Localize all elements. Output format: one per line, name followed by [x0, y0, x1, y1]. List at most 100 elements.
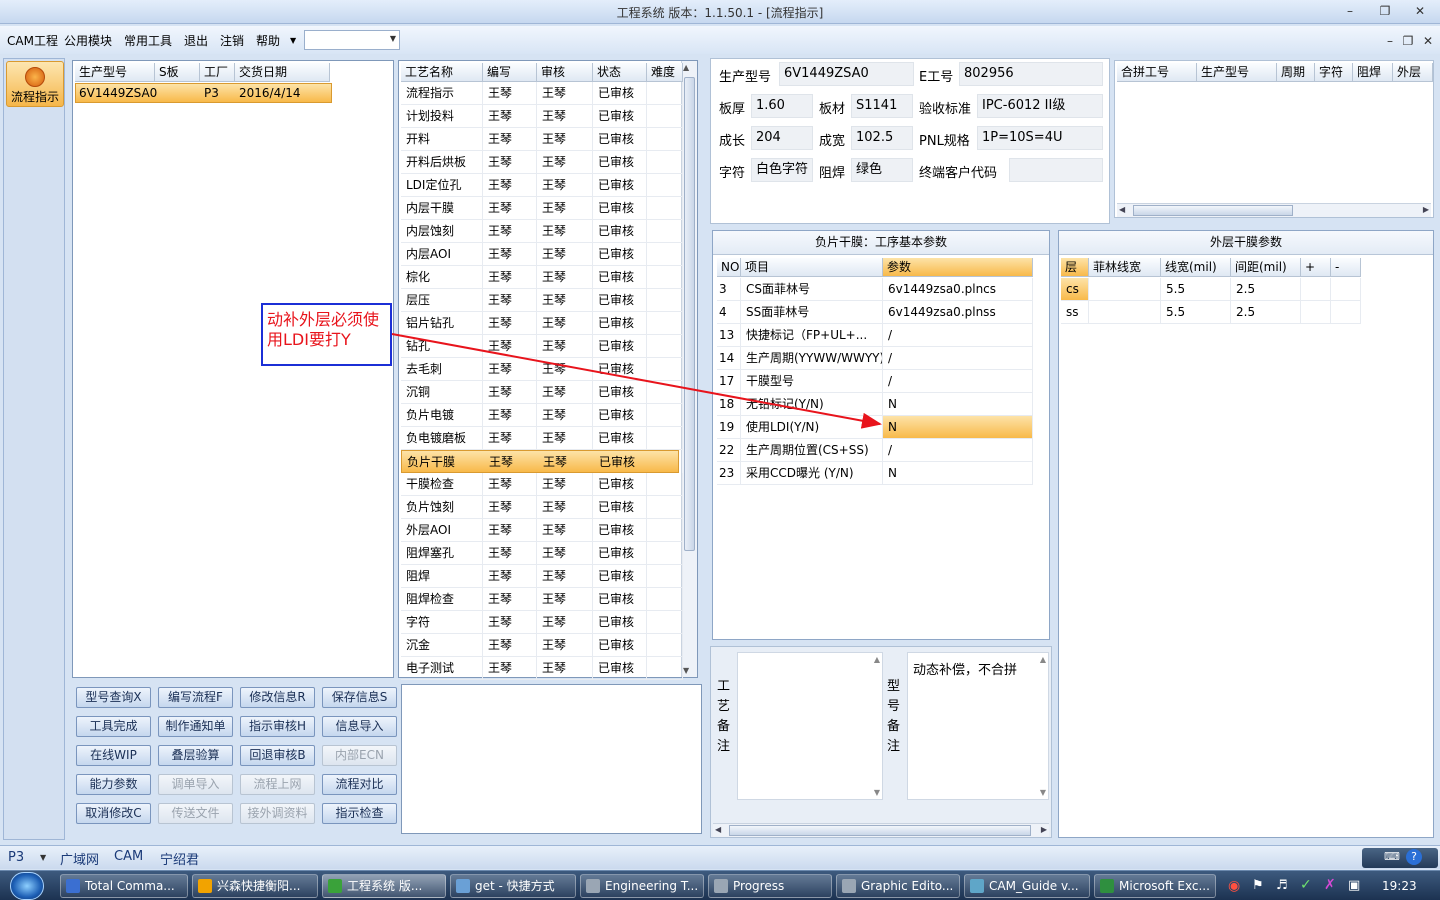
table-cell[interactable]: N: [883, 462, 1033, 485]
taskbar-item[interactable]: Microsoft Exc...: [1094, 874, 1216, 898]
merge-hscroll[interactable]: ◀ ▶: [1117, 203, 1431, 217]
table-cell[interactable]: [1089, 278, 1161, 301]
table-cell[interactable]: ss: [1061, 301, 1089, 324]
action-button[interactable]: 工具完成: [76, 716, 151, 737]
scroll-down-icon[interactable]: ▼: [1040, 788, 1046, 797]
table-row[interactable]: 阻焊 王琴 王琴 已审核: [401, 565, 683, 588]
action-button[interactable]: 保存信息S: [322, 687, 397, 708]
table-row[interactable]: 内层AOI 王琴 王琴 已审核: [401, 243, 683, 266]
menu-cam[interactable]: CAM工程: [7, 32, 58, 49]
table-row[interactable]: 计划投料 王琴 王琴 已审核: [401, 105, 683, 128]
scroll-left-icon[interactable]: ◀: [715, 825, 721, 834]
volume-icon[interactable]: ♬: [1276, 878, 1288, 893]
table-row[interactable]: 层压 王琴 王琴 已审核: [401, 289, 683, 312]
tab-wan[interactable]: 广域网: [60, 849, 99, 868]
scroll-right-icon[interactable]: ▶: [1041, 825, 1047, 834]
merge-col-header[interactable]: 周期: [1277, 63, 1315, 82]
tray-x-icon[interactable]: ✗: [1324, 877, 1336, 893]
merge-col-header[interactable]: 阻焊: [1353, 63, 1393, 82]
scroll-right-icon[interactable]: ▶: [1423, 205, 1429, 214]
chevron-down-icon[interactable]: ▼: [290, 36, 296, 45]
process-col-header[interactable]: 编写: [483, 63, 537, 82]
table-cell[interactable]: /: [883, 324, 1033, 347]
table-row[interactable]: 流程指示 王琴 王琴 已审核: [401, 82, 683, 105]
table-row[interactable]: 去毛刺 王琴 王琴 已审核: [401, 358, 683, 381]
action-button[interactable]: 编写流程F: [158, 687, 233, 708]
params-col-header[interactable]: 项目: [741, 258, 883, 277]
table-cell[interactable]: cs: [1061, 278, 1089, 301]
table-cell[interactable]: /: [883, 347, 1033, 370]
menu-logout[interactable]: 注销: [220, 32, 244, 49]
menu-combo[interactable]: ▼: [304, 30, 400, 50]
minimize-button[interactable]: –: [1340, 2, 1360, 20]
action-button[interactable]: 能力参数: [76, 774, 151, 795]
mdi-close-button[interactable]: ✕: [1418, 32, 1438, 50]
action-button[interactable]: 回退审核B: [240, 745, 315, 766]
menu-common-module[interactable]: 公用模块: [64, 32, 112, 49]
params-col-header[interactable]: NO: [717, 258, 741, 277]
table-row[interactable]: 沉铜 王琴 王琴 已审核: [401, 381, 683, 404]
table-row[interactable]: 钻孔 王琴 王琴 已审核: [401, 335, 683, 358]
table-row[interactable]: LDI定位孔 王琴 王琴 已审核: [401, 174, 683, 197]
params-col-header[interactable]: 参数: [883, 258, 1033, 277]
table-row[interactable]: 负片蚀刻 王琴 王琴 已审核: [401, 496, 683, 519]
menu-tools[interactable]: 常用工具: [124, 32, 172, 49]
pnl-field[interactable]: 1P=10S=4U: [977, 126, 1103, 150]
char-field[interactable]: 白色字符: [751, 158, 813, 182]
taskbar-item[interactable]: 兴森快捷衡阳...: [192, 874, 318, 898]
help-icon[interactable]: ?: [1406, 849, 1422, 865]
table-cell[interactable]: /: [883, 370, 1033, 393]
process-notes-field[interactable]: ▲ ▼: [737, 652, 883, 800]
len-field[interactable]: 204: [751, 126, 813, 150]
table-row[interactable]: 负片干膜 王琴 王琴 已审核: [401, 450, 679, 473]
action-button[interactable]: 流程对比: [322, 774, 397, 795]
mdi-minimize-button[interactable]: –: [1380, 32, 1400, 50]
action-button[interactable]: 取消修改C: [76, 803, 151, 824]
scroll-down-icon[interactable]: ▼: [683, 666, 689, 675]
std-field[interactable]: IPC-6012 II级: [977, 94, 1103, 118]
scroll-thumb[interactable]: [684, 77, 695, 551]
scroll-down-icon[interactable]: ▼: [874, 788, 880, 797]
action-button[interactable]: 在线WIP: [76, 745, 151, 766]
tray-app-icon[interactable]: ◉: [1228, 878, 1240, 894]
table-row[interactable]: 内层蚀刻 王琴 王琴 已审核: [401, 220, 683, 243]
table-row[interactable]: 开料后烘板 王琴 王琴 已审核: [401, 151, 683, 174]
table-row[interactable]: 沉金 王琴 王琴 已审核: [401, 634, 683, 657]
merge-col-header[interactable]: 外层: [1393, 63, 1433, 82]
table-cell[interactable]: [1331, 278, 1361, 301]
table-cell[interactable]: 5.5: [1161, 278, 1231, 301]
table-row[interactable]: 负电镀磨板 王琴 王琴 已审核: [401, 427, 683, 450]
notes-hscroll-thumb[interactable]: [729, 825, 1031, 836]
scroll-up-icon[interactable]: ▲: [1040, 655, 1046, 664]
menu-help[interactable]: 帮助: [256, 32, 280, 49]
table-row[interactable]: 内层干膜 王琴 王琴 已审核: [401, 197, 683, 220]
table-cell[interactable]: [1301, 278, 1331, 301]
factory-select[interactable]: P3: [8, 850, 24, 865]
taskbar-item[interactable]: CAM_Guide v...: [964, 874, 1090, 898]
table-cell[interactable]: N: [883, 393, 1033, 416]
clock[interactable]: 19:23: [1382, 879, 1417, 893]
cust-field[interactable]: [1009, 158, 1103, 182]
notes-hscroll[interactable]: ◀ ▶: [713, 823, 1049, 837]
outer-col-header[interactable]: 层: [1061, 258, 1089, 277]
table-row[interactable]: 开料 王琴 王琴 已审核: [401, 128, 683, 151]
mask-field[interactable]: 绿色: [851, 158, 913, 182]
chevron-down-icon[interactable]: ▼: [40, 853, 46, 862]
table-cell[interactable]: N: [883, 416, 1033, 439]
scroll-up-icon[interactable]: ▲: [874, 655, 880, 664]
tray-check-icon[interactable]: ✓: [1300, 877, 1312, 893]
table-row[interactable]: 6V1449ZSA0 P3 2016/4/14: [75, 83, 332, 103]
merge-col-header[interactable]: 合拼工号: [1117, 63, 1197, 82]
merge-col-header[interactable]: 生产型号: [1197, 63, 1277, 82]
table-row[interactable]: 棕化 王琴 王琴 已审核: [401, 266, 683, 289]
tray-flag-icon[interactable]: ⚑: [1252, 878, 1264, 893]
table-cell[interactable]: [1301, 301, 1331, 324]
tab-user[interactable]: 宁绍君: [160, 849, 199, 868]
process-col-header[interactable]: 审核: [537, 63, 593, 82]
action-button[interactable]: 指示审核H: [240, 716, 315, 737]
outer-col-header[interactable]: 间距(mil): [1231, 258, 1301, 277]
taskbar-item[interactable]: Progress: [708, 874, 832, 898]
table-cell[interactable]: 6v1449zsa0.plnss: [883, 301, 1033, 324]
merge-col-header[interactable]: 字符: [1315, 63, 1353, 82]
taskbar-item[interactable]: Graphic Edito...: [836, 874, 960, 898]
